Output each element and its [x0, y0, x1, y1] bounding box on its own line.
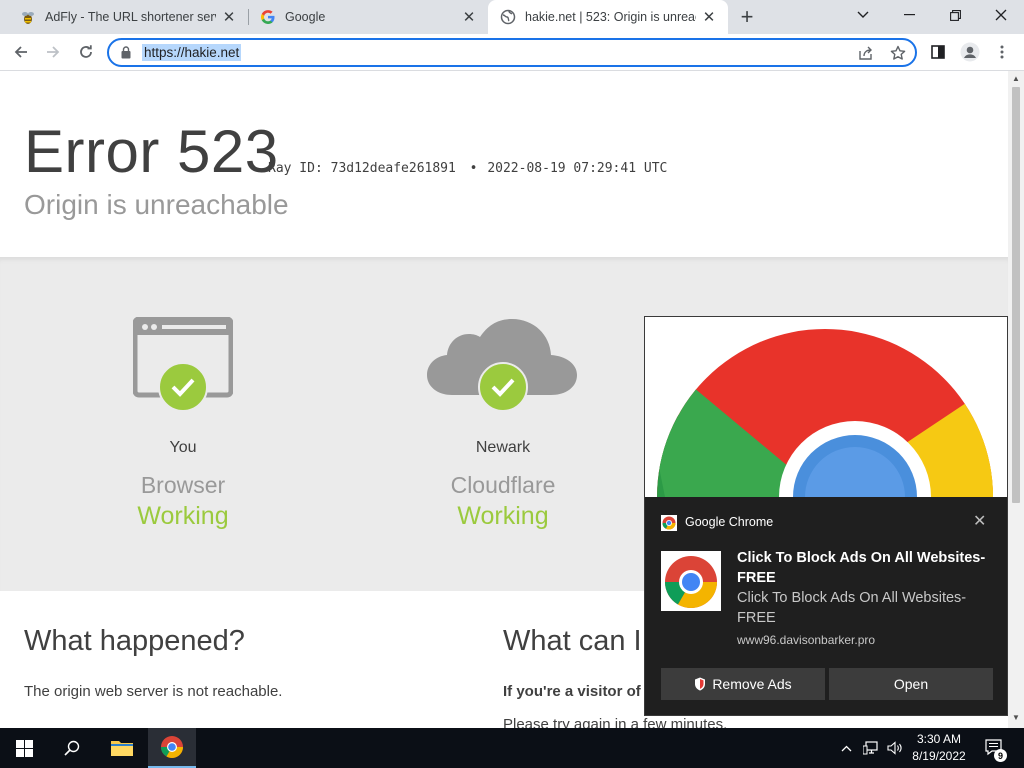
page-scrollbar[interactable]: ▲ ▼	[1008, 71, 1024, 728]
error-meta: Ray ID: 73d12deafe261891 • 2022-08-19 07…	[268, 161, 667, 176]
bookmark-star-icon[interactable]	[890, 45, 906, 66]
minimize-icon	[903, 14, 915, 16]
show-hidden-icons-button[interactable]	[836, 728, 856, 768]
tab-title: hakie.net | 523: Origin is unreachable	[525, 10, 696, 24]
start-button[interactable]	[0, 728, 48, 768]
timestamp: 2022-08-19 07:29:41 UTC	[487, 161, 668, 176]
chrome-icon	[161, 736, 183, 758]
notification-message: Click To Block Ads On All Websites-FREE	[737, 590, 967, 626]
ray-id: Ray ID: 73d12deafe261891	[268, 161, 456, 176]
notification-title: Click To Block Ads On All Websites-FREE	[737, 550, 986, 586]
open-button[interactable]: Open	[829, 668, 993, 700]
restore-icon	[949, 9, 961, 21]
network-button[interactable]	[860, 728, 882, 768]
status-name: Browser	[140, 472, 226, 498]
back-button[interactable]	[7, 38, 35, 66]
network-icon	[863, 741, 878, 755]
notification-thumbnail	[661, 551, 721, 611]
check-circle-icon	[478, 362, 528, 412]
lock-icon[interactable]	[121, 46, 131, 64]
close-window-button[interactable]	[978, 0, 1024, 30]
share-icon[interactable]	[858, 45, 874, 66]
arrow-left-icon	[14, 46, 27, 58]
folder-icon	[111, 741, 133, 756]
windows-logo-icon	[15, 739, 33, 757]
chrome-icon	[661, 515, 677, 536]
shield-icon	[695, 677, 706, 691]
what-happened-heading: What happened?	[24, 625, 245, 657]
reload-button[interactable]	[72, 38, 100, 66]
address-bar[interactable]: https://hakie.net	[107, 38, 917, 67]
search-icon	[64, 740, 80, 756]
clock-time: 3:30 AM	[916, 732, 962, 746]
meta-bullet: •	[469, 161, 478, 176]
status-location: Newark	[475, 439, 531, 456]
tab-google[interactable]: Google ✕	[248, 0, 488, 34]
remove-ads-label: Remove Ads	[712, 676, 792, 692]
chrome-logo-image	[657, 329, 993, 497]
check-circle-icon	[158, 362, 208, 412]
url-text[interactable]: https://hakie.net	[142, 44, 242, 61]
visitor-subheading: If you're a visitor of t	[503, 683, 650, 700]
tab-title: AdFly - The URL shortener service	[45, 10, 216, 24]
google-g-icon	[260, 9, 276, 25]
profile-button[interactable]	[956, 38, 984, 66]
tab-close-icon[interactable]: ✕	[220, 8, 238, 26]
what-happened-text: The origin web server is not reachable.	[24, 683, 283, 700]
notification-body: Google Chrome ✕ Click To Block Ads On Al…	[645, 497, 1007, 715]
status-state: Working	[137, 502, 229, 530]
tab-close-icon[interactable]: ✕	[700, 8, 718, 26]
notification-source: www96.davisonbarker.pro	[737, 633, 876, 647]
close-icon	[995, 9, 1007, 21]
browser-toolbar: https://hakie.net	[0, 34, 1024, 71]
status-location: You	[169, 439, 197, 456]
windows-taskbar: 3:30 AM 8/19/2022 9	[0, 728, 1024, 768]
error-title: Origin is unreachable	[24, 189, 289, 220]
avatar-icon	[960, 42, 980, 62]
notification-close-icon[interactable]: ✕	[973, 511, 986, 531]
status-state: Working	[457, 502, 549, 530]
chrome-taskbar-button[interactable]	[148, 728, 196, 768]
tab-hakie[interactable]: hakie.net | 523: Origin is unreachable ✕	[488, 0, 728, 34]
menu-button[interactable]	[988, 38, 1016, 66]
chevron-down-icon	[857, 11, 869, 18]
notification-app-name: Google Chrome	[685, 515, 774, 529]
tab-search-button[interactable]	[840, 0, 886, 30]
notification-count-badge: 9	[994, 749, 1007, 762]
forward-button[interactable]	[39, 38, 67, 66]
tab-adfly[interactable]: AdFly - The URL shortener service ✕	[8, 0, 248, 34]
taskbar-clock[interactable]: 3:30 AM 8/19/2022	[902, 731, 976, 765]
minimize-button[interactable]	[886, 0, 932, 30]
action-center-button[interactable]: 9	[980, 728, 1010, 768]
search-button[interactable]	[48, 728, 96, 768]
tab-title: Google	[285, 10, 326, 24]
try-again-text: Please try again in a few minutes.	[503, 716, 728, 728]
side-panel-icon	[931, 45, 945, 59]
remove-ads-button[interactable]: Remove Ads	[661, 668, 825, 700]
arrow-right-icon	[47, 46, 60, 58]
error-code: Error 523	[24, 118, 279, 185]
scrollbar-thumb[interactable]	[1012, 87, 1020, 503]
speaker-icon	[887, 741, 902, 755]
file-explorer-button[interactable]	[98, 728, 146, 768]
chrome-logo-icon	[665, 556, 717, 608]
tab-strip: AdFly - The URL shortener service ✕ Goog…	[0, 0, 1024, 34]
kebab-menu-icon	[1000, 45, 1004, 59]
what-can-i-do-heading: What can I	[503, 625, 642, 657]
restore-button[interactable]	[932, 0, 978, 30]
new-tab-button[interactable]: +	[735, 4, 759, 29]
chevron-up-icon	[841, 745, 851, 751]
adfly-bee-icon	[20, 9, 36, 25]
status-name: Cloudflare	[450, 472, 556, 498]
tab-close-icon[interactable]: ✕	[460, 8, 478, 26]
open-label: Open	[893, 676, 929, 692]
side-panel-button[interactable]	[924, 38, 952, 66]
notification-image	[645, 317, 1007, 497]
globe-icon	[500, 9, 516, 25]
scroll-down-icon[interactable]: ▼	[1012, 713, 1020, 722]
clock-date: 8/19/2022	[912, 749, 966, 763]
chrome-notification[interactable]: Google Chrome ✕ Click To Block Ads On Al…	[644, 316, 1008, 716]
scroll-up-icon[interactable]: ▲	[1012, 74, 1020, 83]
reload-icon	[80, 45, 92, 58]
